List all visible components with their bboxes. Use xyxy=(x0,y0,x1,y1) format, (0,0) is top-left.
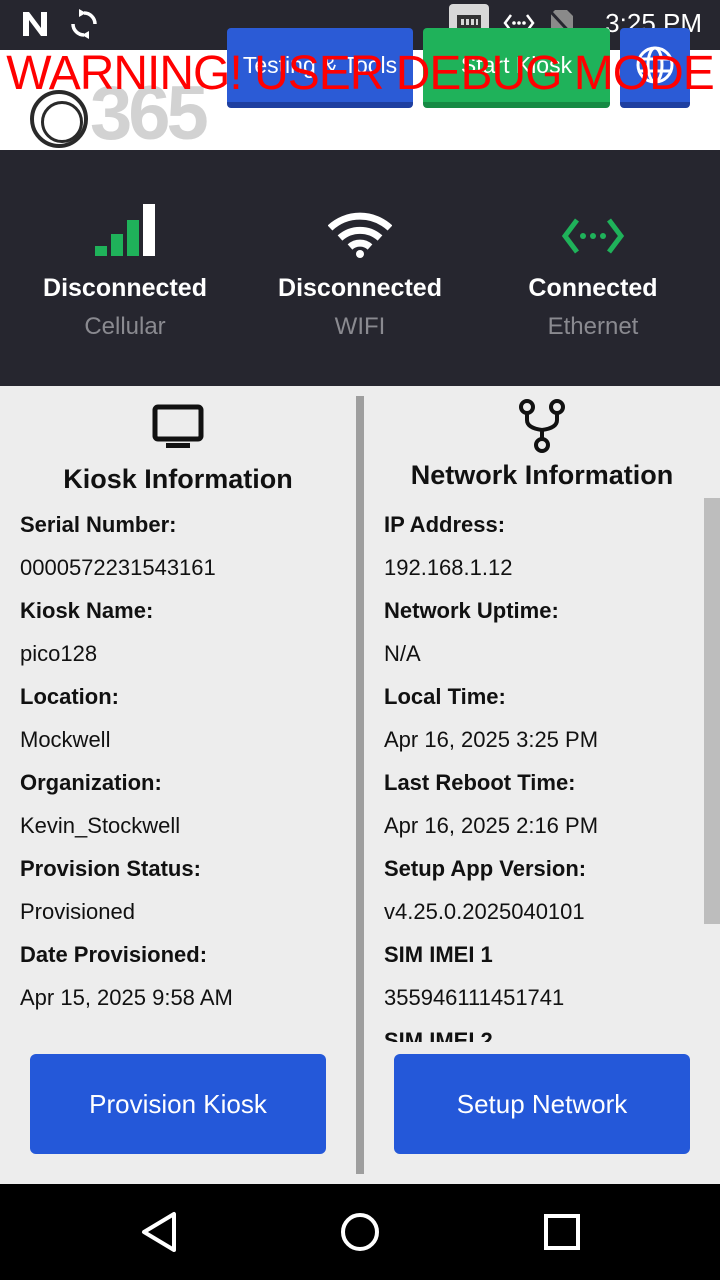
navigation-bar xyxy=(0,1184,720,1280)
home-button[interactable] xyxy=(338,1210,382,1254)
connectivity-panel: Disconnected Cellular Disconnected WIFI … xyxy=(0,150,720,386)
field-value: Apr 16, 2025 3:25 PM xyxy=(384,727,599,752)
field-label: Serial Number: xyxy=(20,512,177,537)
n-icon xyxy=(23,12,47,36)
field-label: Location: xyxy=(20,684,119,709)
cellular-signal-icon xyxy=(95,204,155,256)
field-value: Provisioned xyxy=(20,899,135,924)
field-value: 0000572231543161 xyxy=(20,555,216,580)
ethernet-status: Connected Ethernet xyxy=(473,200,713,341)
field-value: 192.168.1.12 xyxy=(384,555,513,580)
sync-icon xyxy=(71,9,97,39)
wifi-status: Disconnected WIFI xyxy=(240,200,480,341)
debug-warning-banner: WARNING! USER DEBUG MODE xyxy=(6,47,715,100)
recents-button[interactable] xyxy=(540,1210,584,1254)
network-info-fields[interactable]: IP Address: 192.168.1.12 Network Uptime: N/… xyxy=(384,506,704,1042)
field-label: Date Provisioned: xyxy=(20,942,208,967)
field-label: Organization: xyxy=(20,770,162,795)
field-value: Apr 16, 2025 2:16 PM xyxy=(384,813,599,838)
field-label: IP Address: xyxy=(384,512,506,537)
field-label: Last Reboot Time: xyxy=(384,770,576,795)
field-label: SIM IMEI 2 xyxy=(384,1028,493,1042)
field-value: N/A xyxy=(384,641,421,666)
wifi-icon xyxy=(328,212,392,258)
back-icon xyxy=(142,1212,176,1252)
field-label: Network Uptime: xyxy=(384,598,559,623)
network-info-panel: Network Information IP Address: 192.168.1… xyxy=(364,386,720,1184)
field-label: SIM IMEI 1 xyxy=(384,942,493,967)
cellular-status: Disconnected Cellular xyxy=(5,200,245,341)
network-info-scrollbar[interactable] xyxy=(704,498,720,924)
monitor-icon xyxy=(152,404,204,448)
provision-kiosk-button[interactable]: Provision Kiosk xyxy=(30,1054,326,1154)
panel-divider xyxy=(356,396,364,1174)
back-button[interactable] xyxy=(138,1210,182,1254)
field-label: Setup App Version: xyxy=(384,856,587,881)
field-label: Provision Status: xyxy=(20,856,201,881)
info-panels: Kiosk Information Serial Number: 00005722… xyxy=(0,386,720,1184)
home-icon xyxy=(341,1213,379,1251)
kiosk-info-title: Kiosk Information xyxy=(63,464,293,494)
field-value: Mockwell xyxy=(20,727,111,752)
field-value: Kevin_Stockwell xyxy=(20,813,181,838)
field-value: pico128 xyxy=(20,641,98,666)
network-info-title: Network Information xyxy=(410,460,674,490)
kiosk-info-fields: Serial Number: 0000572231543161 Kiosk Name… xyxy=(20,506,340,1042)
network-fork-icon xyxy=(519,399,565,453)
field-value: v4.25.0.2025040101 xyxy=(384,899,585,924)
field-value: Apr 15, 2025 9:58 AM xyxy=(20,985,233,1010)
field-value: 355946111451741 xyxy=(384,985,565,1010)
recents-icon xyxy=(544,1214,580,1250)
ethernet-arrows-icon xyxy=(561,218,625,254)
kiosk-info-panel: Kiosk Information Serial Number: 00005722… xyxy=(0,386,356,1184)
field-label: Kiosk Name: xyxy=(20,598,154,623)
field-label: Local Time: xyxy=(384,684,506,709)
setup-network-button[interactable]: Setup Network xyxy=(394,1054,690,1154)
